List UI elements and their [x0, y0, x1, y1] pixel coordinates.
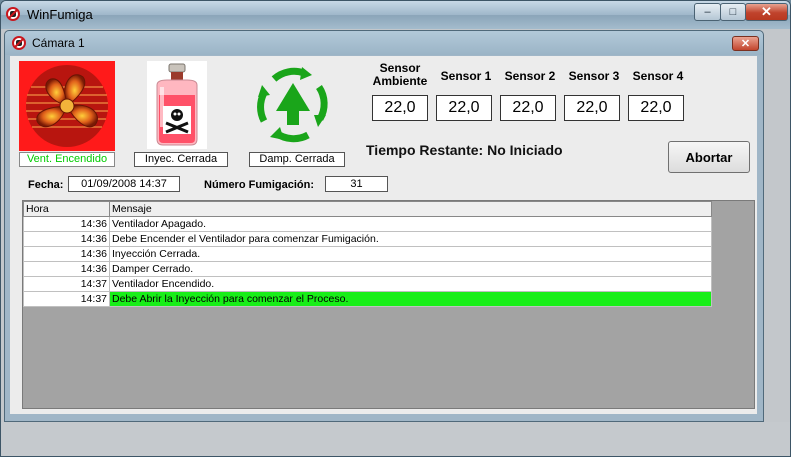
title-bar: [1, 1, 790, 29]
row-mensaje: Damper Cerrado.: [109, 261, 712, 277]
table-row[interactable]: 14:36 Debe Encender el Ventilador para c…: [23, 231, 712, 247]
poison-bottle-icon[interactable]: [147, 61, 207, 149]
sensor-3-value: 22,0: [564, 95, 620, 121]
close-button[interactable]: ✕: [745, 3, 788, 21]
row-mensaje: Ventilador Apagado.: [109, 216, 712, 232]
window-title: WinFumiga: [27, 7, 93, 22]
row-hora: 14:36: [23, 261, 110, 277]
maximize-icon: □: [729, 6, 737, 18]
row-hora: 14:36: [23, 231, 110, 247]
numero-fumigacion-label: Número Fumigación:: [204, 179, 315, 191]
table-row[interactable]: 14:37 Ventilador Encendido.: [23, 276, 712, 292]
log-grid[interactable]: Hora Mensaje 14:36 Ventilador Apagado. 1…: [22, 200, 755, 409]
column-header-mensaje[interactable]: Mensaje: [109, 201, 712, 217]
row-mensaje: Debe Encender el Ventilador para comenza…: [109, 231, 712, 247]
sensor-3-label: Sensor 3: [568, 69, 620, 83]
fecha-label: Fecha:: [28, 179, 64, 191]
mdi-background: [1, 422, 790, 456]
fan-icon[interactable]: [19, 61, 115, 151]
sensor-4-label: Sensor 4: [632, 69, 684, 83]
child-app-icon: [12, 36, 26, 50]
sensor-ambiente-label: Sensor Ambiente: [372, 61, 428, 88]
main-window: WinFumiga – □ ✕ Cámara 1 ✕ Vent. Encendi…: [0, 0, 791, 457]
tiempo-restante: Tiempo Restante: No Iniciado: [366, 142, 563, 158]
fan-status: Vent. Encendido: [19, 152, 115, 167]
table-row[interactable]: 14:36 Ventilador Apagado.: [23, 216, 712, 232]
row-mensaje: Debe Abrir la Inyección para comenzar el…: [109, 291, 712, 307]
abortar-button[interactable]: Abortar: [668, 141, 750, 173]
child-close-button[interactable]: ✕: [732, 36, 759, 51]
damper-status: Damp. Cerrada: [249, 152, 345, 167]
maximize-button[interactable]: □: [720, 3, 746, 21]
app-icon: [6, 7, 20, 21]
injection-status-text: Inyec. Cerrada: [144, 153, 218, 165]
row-hora: 14:36: [23, 216, 110, 232]
row-mensaje: Inyección Cerrada.: [109, 246, 712, 262]
sensor-2-value: 22,0: [500, 95, 556, 121]
fecha-field: 01/09/2008 14:37: [68, 176, 180, 192]
sensor-ambiente-value: 22,0: [372, 95, 428, 121]
table-row-highlighted[interactable]: 14:37 Debe Abrir la Inyección para comen…: [23, 291, 712, 307]
table-row[interactable]: 14:36 Inyección Cerrada.: [23, 246, 712, 262]
close-icon: ✕: [740, 38, 751, 50]
sensor-4-value: 22,0: [628, 95, 684, 121]
row-hora: 14:37: [23, 291, 110, 307]
damper-status-text: Damp. Cerrada: [259, 153, 335, 165]
table-row[interactable]: 14:36 Damper Cerrado.: [23, 261, 712, 277]
child-window-title: Cámara 1: [32, 36, 85, 50]
sensor-2-label: Sensor 2: [504, 69, 556, 83]
column-header-hora[interactable]: Hora: [23, 201, 110, 217]
client-area: Vent. Encendido Inyec. Cerrada Damp. Cer…: [10, 56, 757, 414]
minimize-button[interactable]: –: [694, 3, 721, 21]
recycle-arrows-icon[interactable]: [256, 65, 330, 145]
injection-status: Inyec. Cerrada: [134, 152, 228, 167]
sensor-1-value: 22,0: [436, 95, 492, 121]
log-table: Hora Mensaje 14:36 Ventilador Apagado. 1…: [23, 201, 712, 307]
minimize-icon: –: [704, 6, 711, 18]
row-hora: 14:36: [23, 246, 110, 262]
camara-window: Cámara 1 ✕ Vent. Encendido Inyec. Cerrad…: [4, 30, 764, 422]
sensor-1-label: Sensor 1: [440, 69, 492, 83]
numero-fumigacion-field: 31: [325, 176, 388, 192]
fan-status-text: Vent. Encendido: [26, 153, 108, 165]
close-icon: ✕: [761, 4, 772, 19]
row-hora: 14:37: [23, 276, 110, 292]
row-mensaje: Ventilador Encendido.: [109, 276, 712, 292]
